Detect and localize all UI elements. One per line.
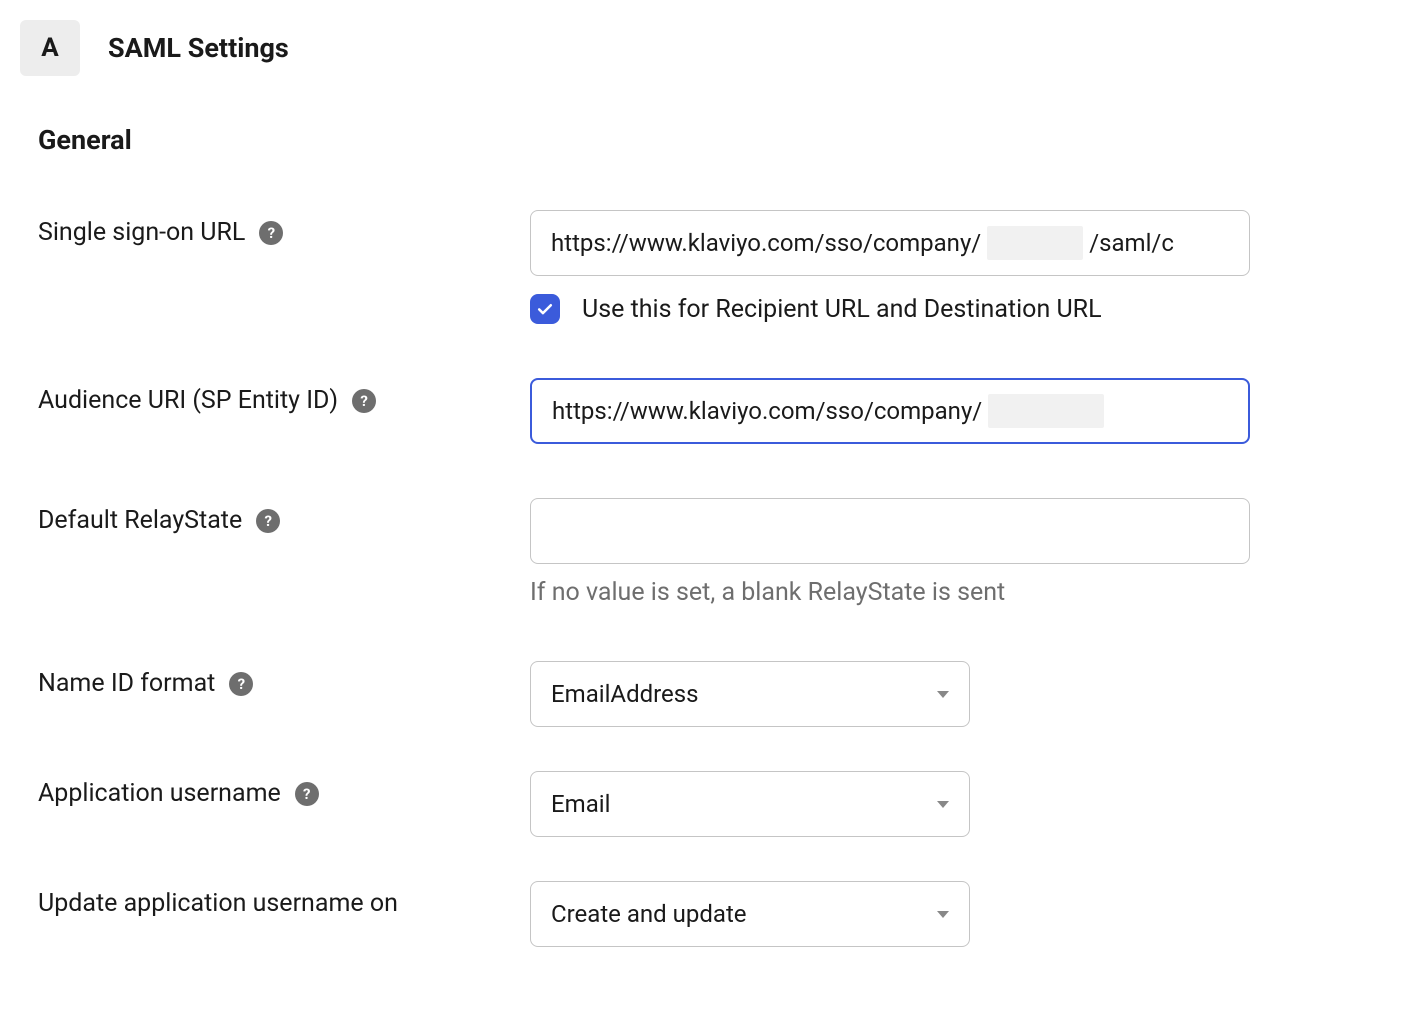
label-col-sso-url: Single sign-on URL ? xyxy=(20,210,530,247)
control-col-update-username-on: Create and update xyxy=(530,881,1250,947)
label-col-audience-uri: Audience URI (SP Entity ID) ? xyxy=(20,378,530,415)
input-sso-url-prefix: https://www.klaviyo.com/sso/company/ xyxy=(551,229,981,257)
checkbox-use-for-recipient[interactable] xyxy=(530,294,560,324)
checkbox-row-use-for-recipient: Use this for Recipient URL and Destinati… xyxy=(530,294,1250,324)
label-update-username-on: Update application username on xyxy=(38,889,398,918)
section-badge: A xyxy=(20,20,80,76)
row-relay-state: Default RelayState ? If no value is set,… xyxy=(20,498,1400,607)
help-icon[interactable]: ? xyxy=(229,672,253,696)
label-col-app-username: Application username ? xyxy=(20,771,530,808)
input-audience-uri-prefix: https://www.klaviyo.com/sso/company/ xyxy=(552,397,982,425)
input-sso-url-suffix: /saml/c xyxy=(1089,229,1174,257)
select-update-username-on[interactable]: Create and update xyxy=(530,881,970,947)
label-app-username: Application username xyxy=(38,779,281,808)
select-name-id-format-value: EmailAddress xyxy=(551,680,699,708)
redacted-segment xyxy=(987,226,1083,260)
control-col-sso-url: https://www.klaviyo.com/sso/company/ /sa… xyxy=(530,210,1250,324)
select-update-username-on-value: Create and update xyxy=(551,900,747,928)
control-col-audience-uri: https://www.klaviyo.com/sso/company/ xyxy=(530,378,1250,444)
chevron-down-icon xyxy=(937,691,949,698)
help-icon[interactable]: ? xyxy=(295,782,319,806)
control-col-name-id-format: EmailAddress xyxy=(530,661,1250,727)
select-app-username-value: Email xyxy=(551,790,610,818)
select-name-id-format[interactable]: EmailAddress xyxy=(530,661,970,727)
helper-text-relay-state: If no value is set, a blank RelayState i… xyxy=(530,578,1250,607)
section-heading-general: General xyxy=(38,124,1400,156)
row-app-username: Application username ? Email xyxy=(20,771,1400,837)
page-header: A SAML Settings xyxy=(20,20,1400,76)
help-icon[interactable]: ? xyxy=(256,509,280,533)
label-relay-state: Default RelayState xyxy=(38,506,242,535)
label-col-name-id-format: Name ID format ? xyxy=(20,661,530,698)
input-sso-url[interactable]: https://www.klaviyo.com/sso/company/ /sa… xyxy=(530,210,1250,276)
row-sso-url: Single sign-on URL ? https://www.klaviyo… xyxy=(20,210,1400,324)
chevron-down-icon xyxy=(937,801,949,808)
input-relay-state[interactable] xyxy=(530,498,1250,564)
checkbox-label-use-for-recipient: Use this for Recipient URL and Destinati… xyxy=(582,295,1102,324)
input-audience-uri[interactable]: https://www.klaviyo.com/sso/company/ xyxy=(530,378,1250,444)
row-name-id-format: Name ID format ? EmailAddress xyxy=(20,661,1400,727)
label-col-relay-state: Default RelayState ? xyxy=(20,498,530,535)
label-col-update-username-on: Update application username on xyxy=(20,881,530,918)
select-app-username[interactable]: Email xyxy=(530,771,970,837)
check-icon xyxy=(535,299,555,319)
label-audience-uri: Audience URI (SP Entity ID) xyxy=(38,386,338,415)
label-name-id-format: Name ID format xyxy=(38,669,215,698)
help-icon[interactable]: ? xyxy=(352,389,376,413)
chevron-down-icon xyxy=(937,911,949,918)
row-update-username-on: Update application username on Create an… xyxy=(20,881,1400,947)
control-col-relay-state: If no value is set, a blank RelayState i… xyxy=(530,498,1250,607)
help-icon[interactable]: ? xyxy=(259,221,283,245)
page-title: SAML Settings xyxy=(108,32,289,64)
control-col-app-username: Email xyxy=(530,771,1250,837)
redacted-segment xyxy=(988,394,1104,428)
label-sso-url: Single sign-on URL xyxy=(38,218,245,247)
row-audience-uri: Audience URI (SP Entity ID) ? https://ww… xyxy=(20,378,1400,444)
